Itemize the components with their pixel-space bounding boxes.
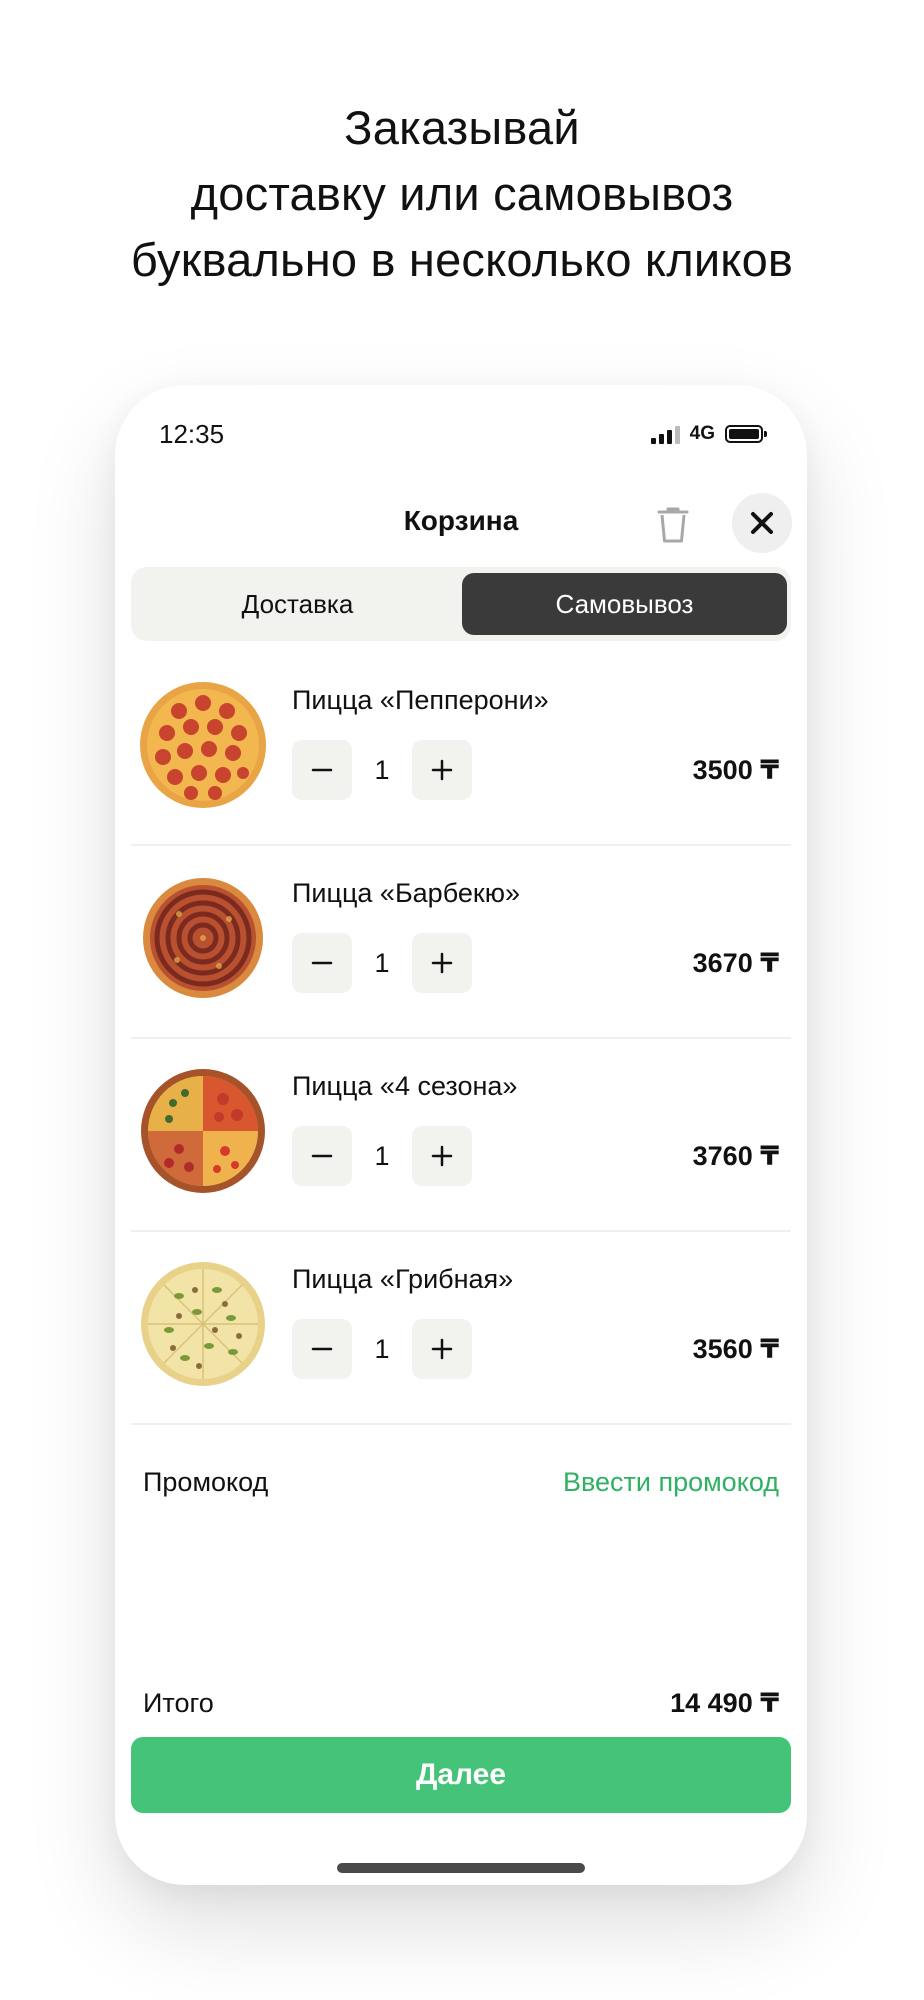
headline-line-3: буквально в несколько кликов: [130, 233, 794, 286]
item-quantity: 1: [374, 1334, 390, 1364]
cart-item: Пицца «Барбекю» 1 3670 ₸: [131, 846, 791, 1039]
tab-delivery[interactable]: Доставка: [135, 573, 460, 635]
status-indicators: 4G: [650, 423, 767, 445]
headline-line-1: Заказывай: [344, 101, 580, 154]
increase-qty-button[interactable]: [412, 1126, 472, 1186]
increase-qty-button[interactable]: [412, 740, 472, 800]
item-name: Пицца «4 сезона»: [292, 1071, 518, 1101]
status-time: 12:35: [159, 419, 225, 449]
item-name: Пицца «Пепперони»: [292, 685, 549, 715]
minus-icon: [311, 1154, 333, 1158]
minus-icon: [311, 1347, 333, 1351]
plus-icon: [431, 1338, 453, 1360]
decrease-qty-button[interactable]: [292, 1319, 352, 1379]
decrease-qty-button[interactable]: [292, 933, 352, 993]
plus-icon: [431, 952, 453, 974]
item-price: 3670 ₸: [692, 948, 779, 978]
plus-icon: [431, 759, 453, 781]
network-type: 4G: [689, 423, 715, 444]
minus-icon: [311, 768, 333, 772]
item-quantity: 1: [374, 1141, 390, 1171]
bbq-pizza-image: [143, 878, 263, 998]
headline-line-2: доставку или самовывоз: [190, 167, 734, 220]
minus-icon: [311, 961, 333, 965]
divider: [131, 1423, 791, 1425]
item-quantity: 1: [374, 755, 390, 785]
four-seasons-pizza-image: [141, 1069, 265, 1193]
mushroom-pizza-image: [141, 1262, 265, 1386]
next-button[interactable]: Далее: [131, 1737, 791, 1813]
cart-item: Пицца «4 сезона» 1 3760 ₸: [131, 1039, 791, 1232]
phone-frame: 12:35 4G Корзина Доставка Самовывоз Пицц…: [115, 385, 807, 1885]
enter-promo-link[interactable]: Ввести промокод: [563, 1467, 779, 1498]
battery-icon: [725, 425, 767, 443]
cart-item: Пицца «Пепперони» 1 3500 ₸: [131, 653, 791, 846]
delivery-mode-switch: Доставка Самовывоз: [131, 567, 791, 641]
decrease-qty-button[interactable]: [292, 1126, 352, 1186]
close-icon: [751, 512, 773, 534]
item-price: 3560 ₸: [692, 1334, 779, 1364]
item-quantity: 1: [374, 948, 390, 978]
promo-label: Промокод: [143, 1467, 269, 1497]
pepperoni-pizza-image: [140, 682, 266, 808]
item-name: Пицца «Грибная»: [292, 1264, 514, 1294]
home-indicator: [337, 1863, 585, 1873]
item-price: 3500 ₸: [692, 755, 779, 785]
item-name: Пицца «Барбекю»: [292, 878, 520, 908]
page-title: Корзина: [403, 505, 519, 536]
close-button[interactable]: [732, 493, 792, 553]
increase-qty-button[interactable]: [412, 1319, 472, 1379]
trash-icon[interactable]: [655, 505, 691, 545]
cart-item: Пицца «Грибная» 1 3560 ₸: [131, 1232, 791, 1425]
decrease-qty-button[interactable]: [292, 740, 352, 800]
tab-pickup[interactable]: Самовывоз: [462, 573, 787, 635]
signal-icon: [650, 424, 680, 444]
plus-icon: [431, 1145, 453, 1167]
total-label: Итого: [143, 1688, 214, 1718]
item-price: 3760 ₸: [692, 1141, 779, 1171]
promo-headline: Заказывай доставку или самовывоз букваль…: [0, 95, 924, 293]
total-value: 14 490 ₸: [670, 1688, 779, 1718]
increase-qty-button[interactable]: [412, 933, 472, 993]
